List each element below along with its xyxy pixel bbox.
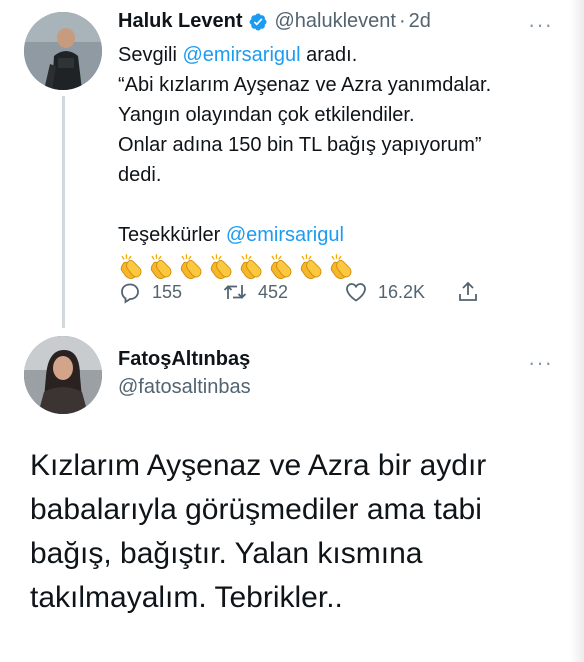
thanks-text: Teşekkürler [118,224,226,246]
clapping-hands-icon [180,253,202,279]
tweet2-handle[interactable]: @fatosaltinbas [118,376,251,399]
clapping-hands-icon [210,253,232,279]
tweet2-author-name[interactable]: FatoşAltınbaş [118,348,250,371]
tweet1-author-name[interactable]: Haluk Levent [118,10,242,33]
tweet1-separator: · [398,10,406,32]
retweet-button[interactable]: 452 [222,280,288,304]
more-icon[interactable]: ··· [528,352,553,374]
verified-badge-icon [248,12,268,32]
reply-count: 155 [152,281,183,302]
tweet2-line4: takılmayalım. Tebrikler.. [30,581,343,614]
mention-link[interactable]: @emirsarigul [226,224,344,246]
clapping-hands-icon [150,253,172,279]
avatar-photo [24,336,102,414]
tweet2-line1: Kızlarım Ayşenaz ve Azra bir aydır [30,449,487,482]
tweet1-line4: Onlar adına 150 bin TL bağış yapıyorum” [118,134,482,156]
clapping-hands-icon [270,253,292,279]
tweet1-line: Sevgili @emirsarigul aradı. [118,40,558,70]
tweet2-text: Kızlarım Ayşenaz ve Azra bir aydır babal… [30,444,560,620]
like-count: 16.2K [378,281,426,302]
share-icon [459,281,477,301]
tweet1-line5: dedi. [118,164,162,186]
tweet1-line3: Yangın olayından çok etkilendiler. [118,104,415,126]
mention-link[interactable]: @emirsarigul [182,44,300,66]
screenshot-edge [570,0,584,662]
avatar-photo [24,12,102,90]
tweet1-action-bar: 155 452 16.2K [118,280,498,308]
tweet1-header: Haluk Levent @haluklevent · 2d [118,10,431,33]
tweet1-line1-prefix: Sevgili [118,44,183,66]
clapping-hands-icon [120,253,142,279]
tweet1-line2: “Abi kızlarım Ayşenaz ve Azra yanımdalar… [118,74,492,96]
fatos-altinbas-avatar[interactable] [24,336,102,414]
tweet2-line2: babalarıyla görüşmediler ama tabi [30,493,482,526]
clapping-hands-icon [240,253,262,279]
tweet1-line1-suffix: aradı. [300,44,358,66]
thread-connector-line [62,96,65,328]
like-icon [346,283,366,302]
clapping-hands-icon [330,253,352,279]
haluk-levent-avatar[interactable] [24,12,102,90]
tweet1-text: Sevgili @emirsarigul aradı. “Abi kızları… [118,40,558,282]
clapping-emoji-row [118,252,558,282]
clapping-hands-icon [300,253,322,279]
retweet-icon [223,285,247,299]
reply-icon [121,283,139,304]
share-button[interactable] [456,280,480,304]
like-button[interactable]: 16.2K [344,280,425,304]
tweet1-handle[interactable]: @haluklevent [274,10,395,33]
tweet1-thanks-line: Teşekkürler @emirsarigul [118,220,558,250]
more-icon[interactable]: ··· [528,14,553,36]
reply-button[interactable]: 155 [118,280,182,304]
tweet2-line3: bağış, bağıştır. Yalan kısmına [30,537,423,570]
retweet-count: 452 [258,281,289,302]
tweet1-timestamp[interactable]: 2d [409,10,431,33]
